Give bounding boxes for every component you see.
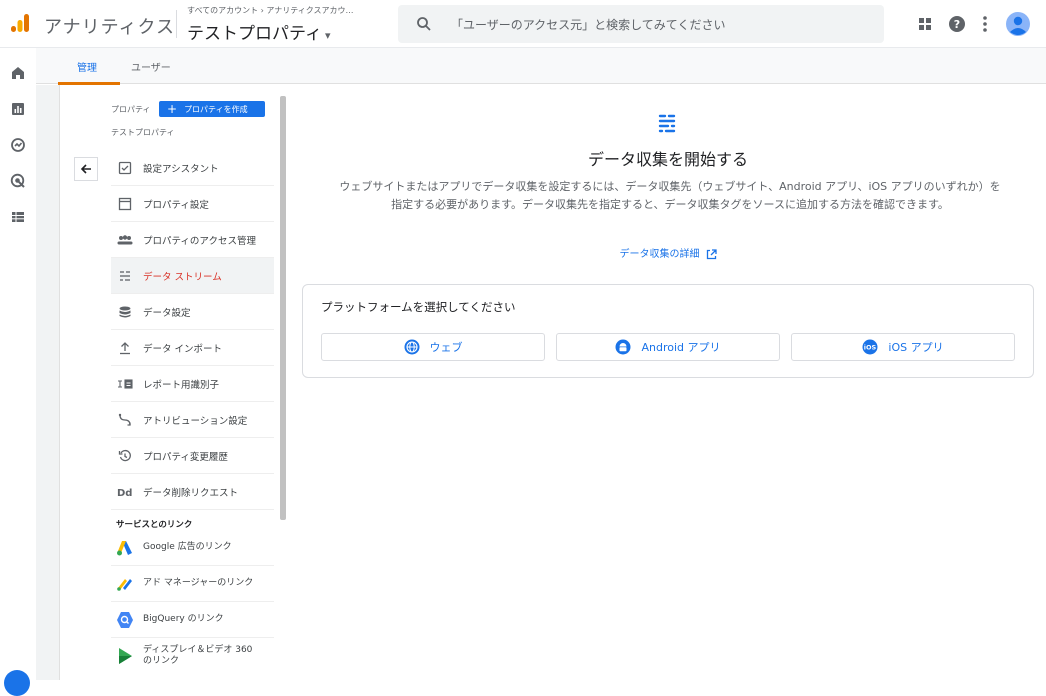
menu-item-label: プロパティ設定 [143,199,209,211]
arrow-back-icon [80,164,91,174]
analytics-logo-icon[interactable] [10,13,30,33]
menu-item-data-import[interactable]: データ インポート [111,330,274,366]
menu-item-data-deletion[interactable]: Dd データ削除リクエスト [111,474,274,510]
search-bar[interactable]: 「ユーザーのアクセス元」と検索してみてください [398,5,884,43]
link-label: ディスプレイ＆ビデオ 360 のリンク [143,645,253,666]
account-avatar-icon[interactable] [1006,12,1030,36]
attribution-icon [117,412,133,428]
tab-user[interactable]: ユーザー [131,59,171,74]
link-bigquery[interactable]: BigQuery のリンク [111,602,274,638]
menu-item-label: レポート用識別子 [143,379,220,391]
plus-icon: + [167,102,178,116]
menu-item-setup-assistant[interactable]: 設定アシスタント [111,150,274,186]
menu-item-attribution-settings[interactable]: アトリビューション設定 [111,402,274,438]
property-name: テストプロパティ [187,24,322,44]
menu-item-label: アトリビューション設定 [143,415,248,427]
chevron-down-icon: ▾ [324,29,331,42]
back-button[interactable] [74,157,98,181]
home-icon[interactable] [9,64,27,82]
platform-ios-button[interactable]: iOS iOS アプリ [791,333,1015,361]
platform-web-button[interactable]: ウェブ [321,333,545,361]
link-label: BigQuery のリンク [143,614,224,624]
breadcrumb[interactable]: すべてのアカウント › アナリティクスアカウ… [187,5,354,16]
menu-item-change-history[interactable]: プロパティ変更履歴 [111,438,274,474]
data-stream-hero-icon [658,114,676,133]
advertising-icon[interactable] [9,172,27,190]
svg-text:Dd: Dd [117,488,132,498]
window-icon [117,196,133,212]
help-icon[interactable]: ? [945,12,969,36]
data-stream-icon [117,268,133,284]
database-icon [117,304,133,320]
link-label: Google 広告のリンク [143,542,232,552]
svg-text:?: ? [954,18,960,31]
linked-services-menu: Google 広告のリンク アド マネージャーのリンク BigQuery のリン… [111,530,274,674]
display-video-icon [115,646,135,666]
link-label: アド マネージャーのリンク [143,578,254,588]
divider [176,10,177,38]
tab-admin[interactable]: 管理 [77,59,97,74]
menu-item-data-streams[interactable]: データ ストリーム [111,258,274,294]
platform-label: Android アプリ [641,341,721,354]
app-name: アナリティクス [44,17,176,38]
platform-android-button[interactable]: Android アプリ [556,333,780,361]
globe-icon [404,339,420,355]
menu-item-access-management[interactable]: プロパティのアクセス管理 [111,222,274,258]
identifier-icon [117,376,133,392]
android-icon [615,339,631,355]
google-ads-icon [115,538,135,558]
platform-select-card: プラットフォームを選択してください ウェブ Android アプリ iOS iO… [302,284,1034,378]
svg-text:iOS: iOS [864,344,877,352]
upload-icon [117,340,133,356]
delete-request-icon: Dd [117,484,133,500]
ios-icon: iOS [862,339,878,355]
more-vert-icon[interactable] [973,12,997,36]
people-icon [117,232,133,248]
reports-icon[interactable] [9,100,27,118]
menu-item-label: データ ストリーム [143,271,222,283]
menu-item-label: 設定アシスタント [143,163,219,175]
main-content [286,85,1046,680]
open-in-new-icon [706,248,717,259]
menu-item-label: データ インポート [143,343,223,355]
menu-item-reporting-identity[interactable]: レポート用識別子 [111,366,274,402]
create-property-label: プロパティを作成 [184,104,248,114]
search-icon [417,17,431,31]
explore-icon[interactable] [9,136,27,154]
history-icon [117,448,133,464]
menu-item-data-settings[interactable]: データ設定 [111,294,274,330]
apps-grid-icon[interactable] [913,12,937,36]
page-title: データ収集を開始する [587,150,748,169]
platform-label: iOS アプリ [888,341,944,354]
menu-item-property-settings[interactable]: プロパティ設定 [111,186,274,222]
menu-item-label: データ削除リクエスト [143,487,239,499]
create-property-button[interactable]: + プロパティを作成 [159,101,265,117]
property-section-label: プロパティ [111,105,151,114]
checklist-icon [117,160,133,176]
menu-item-label: データ設定 [143,307,191,319]
current-property-name: テストプロパティ [111,128,175,137]
menu-item-label: プロパティ変更履歴 [143,451,228,463]
left-nav-rail [0,48,36,680]
page-description: ウェブサイトまたはアプリでデータ収集を設定するには、データ収集先（ウェブサイト、… [339,180,1001,211]
admin-tabs: 管理 ユーザー [36,48,1046,84]
link-ad-manager[interactable]: アド マネージャーのリンク [111,566,274,602]
learn-more-label: データ収集の詳細 [619,249,700,260]
admin-gear-button[interactable] [4,670,30,696]
bigquery-icon [115,610,135,630]
search-placeholder: 「ユーザーのアクセス元」と検索してみてください [451,18,726,32]
property-settings-menu: 設定アシスタント プロパティ設定 プロパティのアクセス管理 データ ストリーム … [111,150,274,510]
link-display-video-360[interactable]: ディスプレイ＆ビデオ 360 のリンク [111,638,274,674]
ad-manager-icon [115,574,135,594]
top-bar: アナリティクス すべてのアカウント › アナリティクスアカウ… テストプロパティ… [0,0,1046,48]
platform-label: ウェブ [429,341,463,354]
configure-icon[interactable] [9,208,27,226]
linked-services-heading: サービスとのリンク [116,520,193,530]
menu-item-label: プロパティのアクセス管理 [143,235,256,247]
property-picker[interactable]: テストプロパティ ▾ [187,19,331,44]
learn-more-link[interactable]: データ収集の詳細 [286,245,1046,260]
link-google-ads[interactable]: Google 広告のリンク [111,530,274,566]
column-gutter [36,85,60,680]
platform-card-title: プラットフォームを選択してください [321,300,516,314]
